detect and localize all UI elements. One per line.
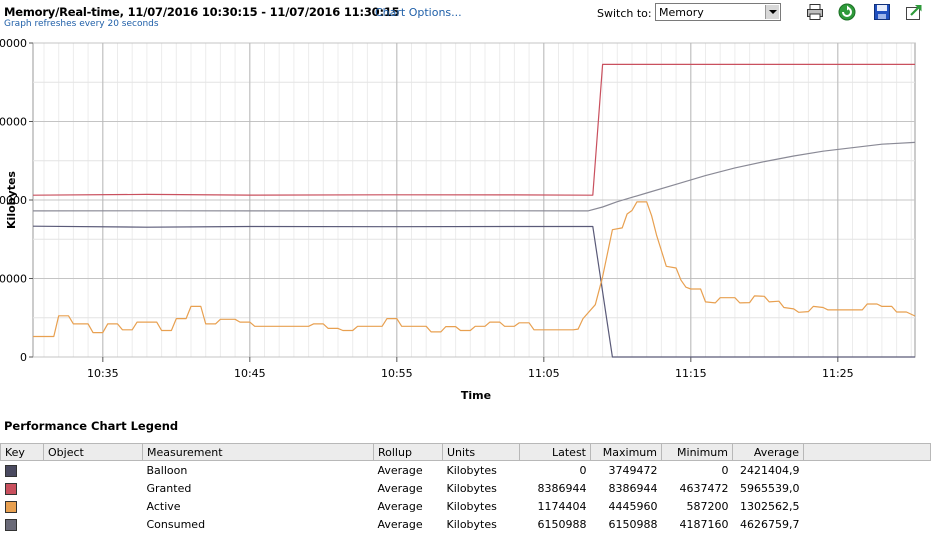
units-cell: Kilobytes — [446, 499, 497, 513]
x-tick-label: 10:55 — [381, 367, 413, 380]
x-axis-label: Time — [461, 389, 491, 402]
memory-chart: 0225000045000006750000900000010:3510:451… — [0, 37, 916, 402]
y-tick-label: 0 — [20, 351, 27, 364]
units-cell: Kilobytes — [446, 517, 497, 531]
y-tick-label: 9000000 — [0, 37, 27, 50]
average-cell: 2421404,9 — [740, 463, 800, 477]
column-header-minimum[interactable]: Minimum — [661, 443, 733, 461]
x-tick-label: 11:15 — [675, 367, 707, 380]
switch-to-value: Memory — [659, 6, 704, 19]
maximum-cell: 4445960 — [608, 499, 658, 513]
average-cell: 1302562,5 — [740, 499, 800, 513]
legend-swatch — [4, 464, 17, 477]
latest-cell: 0 — [579, 463, 587, 477]
column-header-filler — [803, 443, 931, 461]
maximum-cell: 3749472 — [608, 463, 658, 477]
object-cell — [44, 515, 143, 533]
table-row[interactable]: Consumed Average Kilobytes 6150988 61509… — [1, 515, 931, 533]
rollup-cell: Average — [377, 499, 423, 513]
column-header-average[interactable]: Average — [732, 443, 804, 461]
measurement-cell: Active — [146, 499, 181, 513]
export-icon[interactable] — [905, 3, 923, 21]
measurement-cell: Consumed — [146, 517, 206, 531]
refresh-icon[interactable] — [838, 3, 856, 21]
x-tick-label: 11:05 — [528, 367, 560, 380]
legend-table: Key Object Measurement Rollup Units Late… — [0, 443, 931, 533]
switch-to-select[interactable]: Memory — [655, 3, 781, 21]
save-icon[interactable] — [873, 3, 891, 21]
legend-title: Performance Chart Legend — [4, 419, 179, 433]
legend-swatch — [4, 482, 17, 495]
average-cell: 5965539,0 — [740, 481, 800, 495]
measurement-cell: Balloon — [146, 463, 188, 477]
y-tick-label: 6750000 — [0, 116, 27, 129]
rollup-cell: Average — [377, 517, 423, 531]
latest-cell: 1174404 — [537, 499, 587, 513]
column-header-maximum[interactable]: Maximum — [590, 443, 662, 461]
refresh-note: Graph refreshes every 20 seconds — [4, 19, 159, 29]
x-tick-label: 11:25 — [822, 367, 854, 380]
column-header-key[interactable]: Key — [0, 443, 44, 461]
object-cell — [44, 497, 143, 515]
printer-icon[interactable] — [806, 3, 824, 21]
table-row[interactable]: Active Average Kilobytes 1174404 4445960… — [1, 497, 931, 515]
rollup-cell: Average — [377, 463, 423, 477]
page-title: Memory/Real-time, 11/07/2016 10:30:15 - … — [4, 5, 400, 19]
minimum-cell: 587200 — [686, 499, 729, 513]
column-header-latest[interactable]: Latest — [519, 443, 591, 461]
units-cell: Kilobytes — [446, 463, 497, 477]
legend-header-row: Key Object Measurement Rollup Units Late… — [0, 443, 931, 461]
measurement-cell: Granted — [146, 481, 192, 495]
table-row[interactable]: Granted Average Kilobytes 8386944 838694… — [1, 479, 931, 497]
y-tick-label: 2250000 — [0, 273, 27, 286]
minimum-cell: 4187160 — [679, 517, 729, 531]
y-axis-label: Kilobytes — [5, 171, 18, 229]
average-cell: 4626759,7 — [740, 517, 800, 531]
x-tick-label: 10:45 — [234, 367, 266, 380]
switch-to-label: Switch to: — [597, 7, 652, 20]
x-tick-label: 10:35 — [87, 367, 119, 380]
minimum-cell: 4637472 — [679, 481, 729, 495]
rollup-cell: Average — [377, 481, 423, 495]
legend-swatch — [4, 500, 17, 513]
maximum-cell: 8386944 — [608, 481, 658, 495]
column-header-rollup[interactable]: Rollup — [373, 443, 443, 461]
minimum-cell: 0 — [721, 463, 729, 477]
column-header-object[interactable]: Object — [43, 443, 143, 461]
table-row[interactable]: Balloon Average Kilobytes 0 3749472 0 24… — [1, 461, 931, 480]
chart-options-link[interactable]: Chart Options... — [375, 6, 462, 19]
chevron-down-icon[interactable] — [765, 5, 779, 19]
units-cell: Kilobytes — [446, 481, 497, 495]
column-header-measurement[interactable]: Measurement — [142, 443, 374, 461]
object-cell — [44, 461, 143, 480]
maximum-cell: 6150988 — [608, 517, 658, 531]
latest-cell: 8386944 — [537, 481, 587, 495]
object-cell — [44, 479, 143, 497]
latest-cell: 6150988 — [537, 517, 587, 531]
column-header-units[interactable]: Units — [442, 443, 520, 461]
legend-swatch — [4, 518, 17, 531]
